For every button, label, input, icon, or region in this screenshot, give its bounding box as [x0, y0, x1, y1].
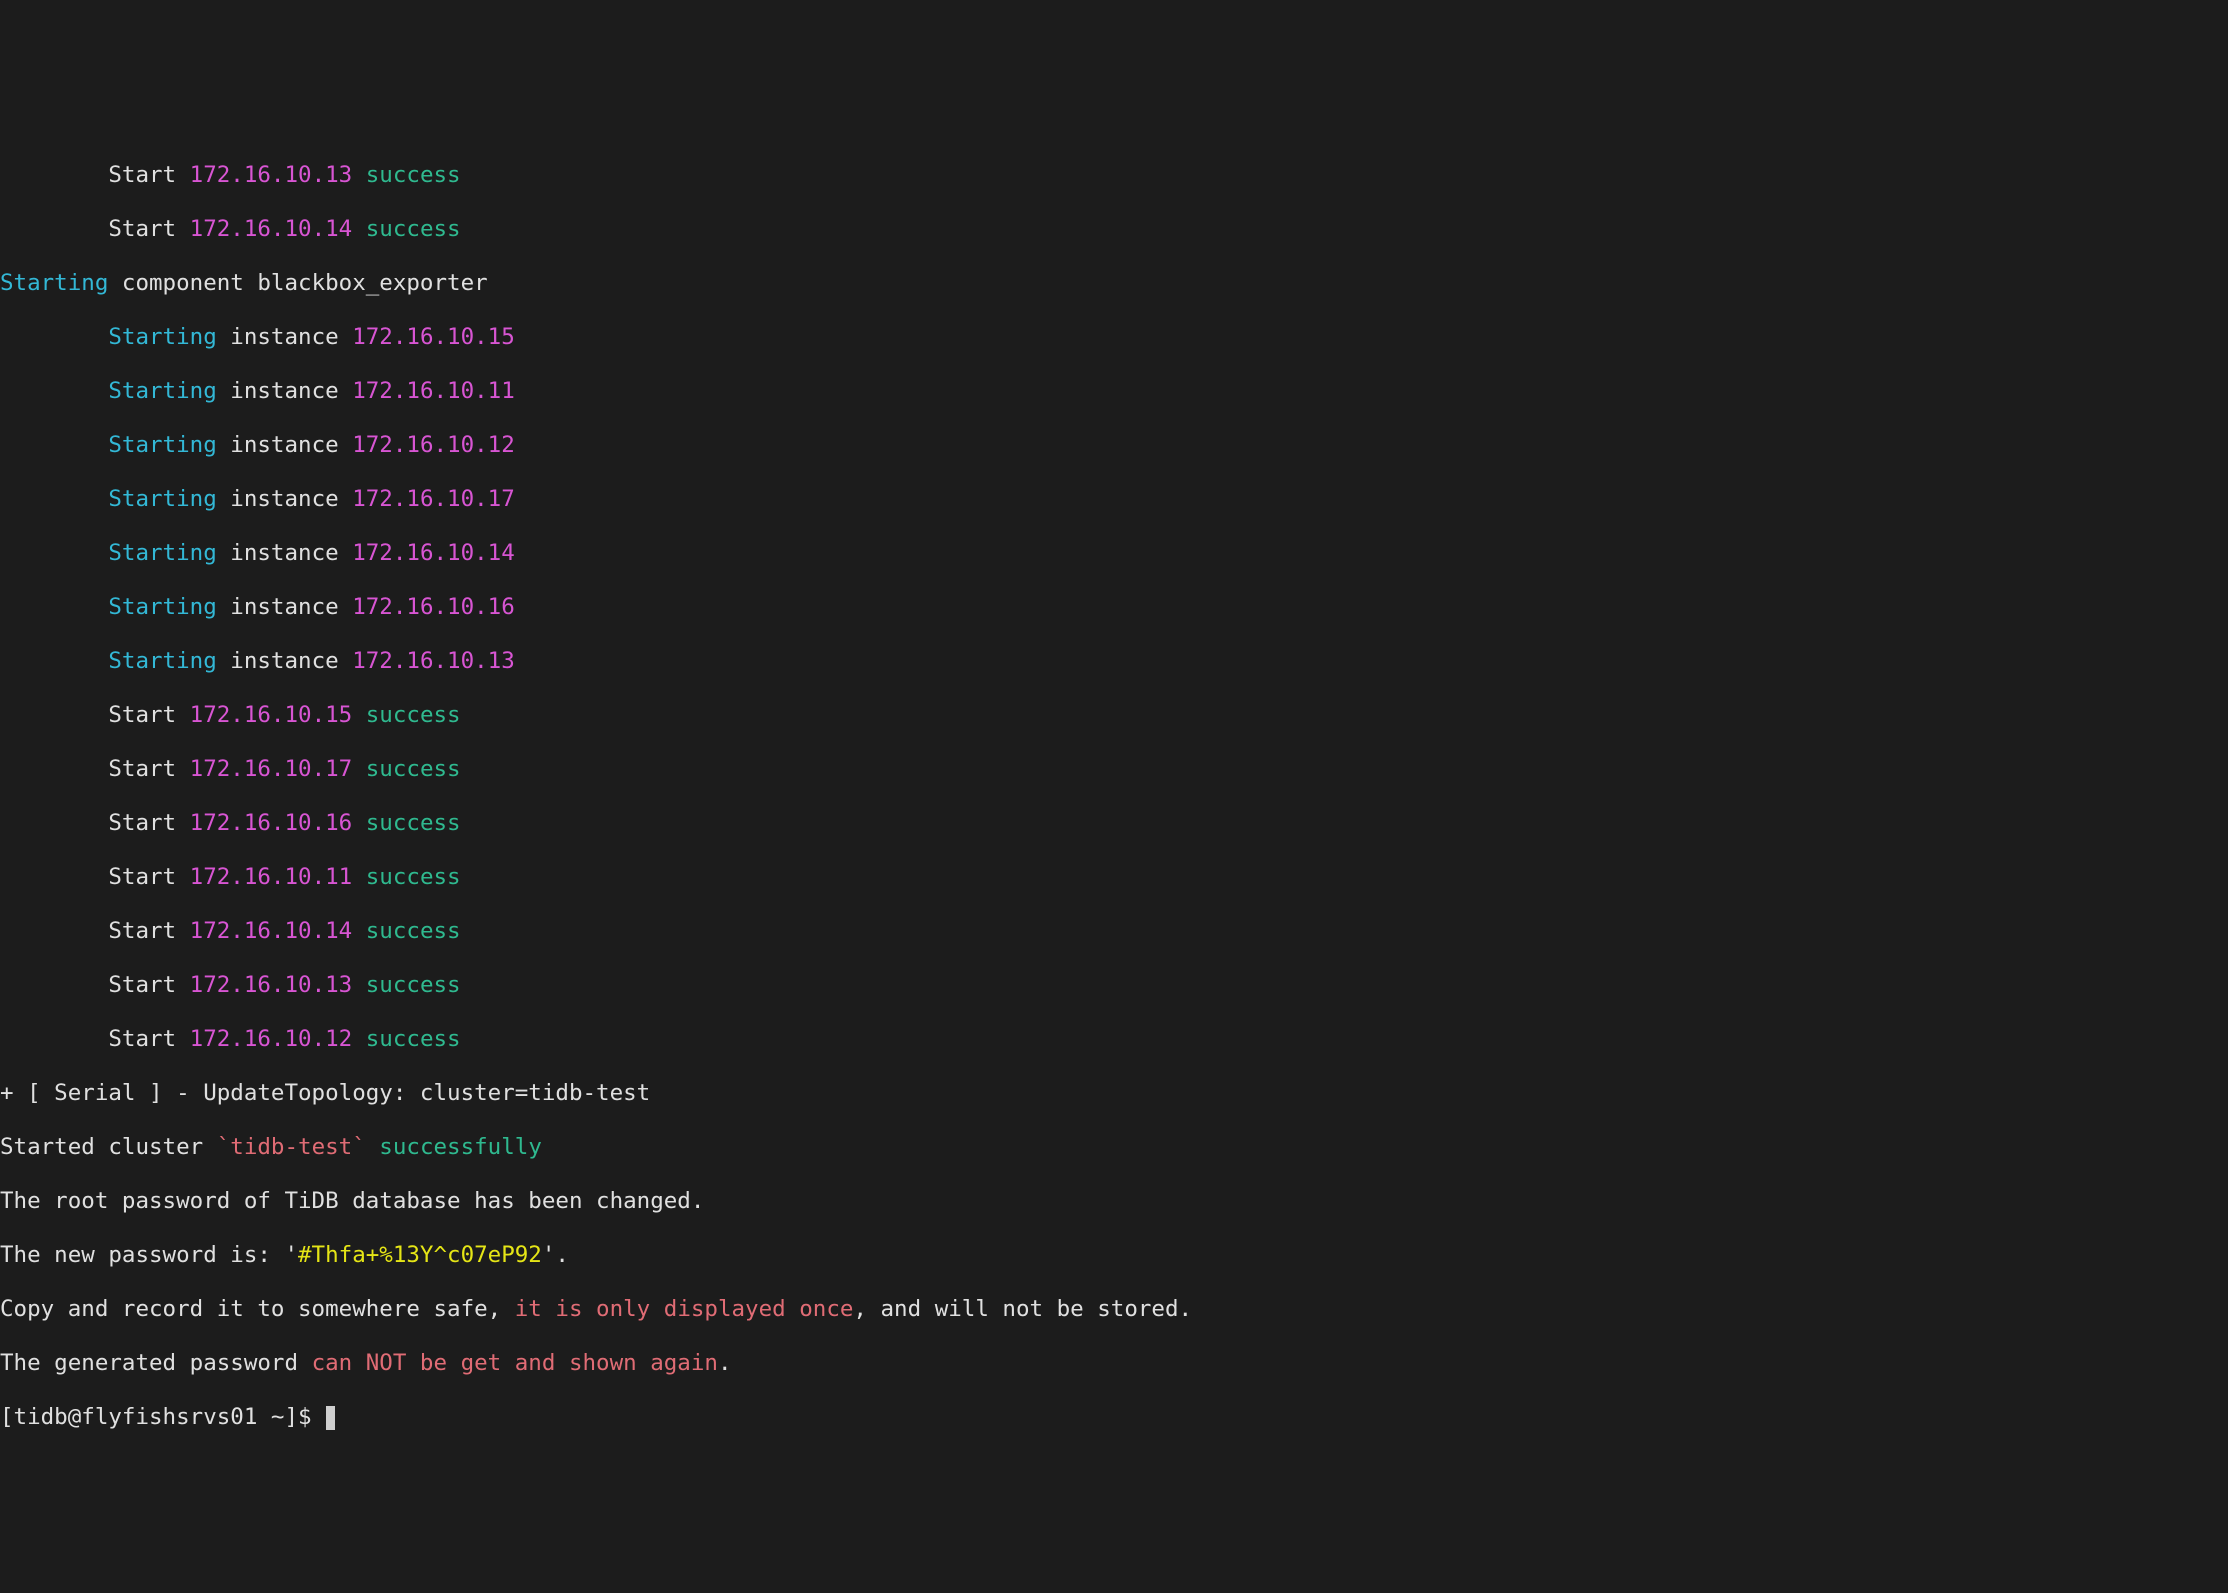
starting-label: Starting — [108, 324, 216, 350]
start-success-row: Start 172.16.10.15 success — [0, 702, 2228, 729]
action-label: Start — [108, 162, 176, 188]
shell-prompt-row[interactable]: [tidb@flyfishsrvs01 ~]$ — [0, 1404, 2228, 1431]
component-name: component blackbox_exporter — [108, 270, 487, 296]
starting-instance-row: Starting instance 172.16.10.14 — [0, 540, 2228, 567]
starting-instance-row: Starting instance 172.16.10.11 — [0, 378, 2228, 405]
generated-password: #Thfa+%13Y^c07eP92 — [298, 1242, 542, 1268]
start-success-row: Start 172.16.10.14 success — [0, 216, 2228, 243]
start-success-row: Start 172.16.10.11 success — [0, 864, 2228, 891]
starting-instance-row: Starting instance 172.16.10.15 — [0, 324, 2228, 351]
cluster-name: `tidb-test` — [217, 1134, 366, 1160]
starting-label: Starting — [108, 378, 216, 404]
ip-address: 172.16.10.16 — [190, 810, 353, 836]
status-success: success — [366, 756, 461, 782]
start-success-row: Start 172.16.10.13 success — [0, 162, 2228, 189]
copy-warning-row: Copy and record it to somewhere safe, it… — [0, 1296, 2228, 1323]
started-cluster-row: Started cluster `tidb-test` successfully — [0, 1134, 2228, 1161]
start-success-row: Start 172.16.10.12 success — [0, 1026, 2228, 1053]
action-label: Start — [108, 216, 176, 242]
ip-address: 172.16.10.14 — [352, 540, 515, 566]
ip-address: 172.16.10.14 — [190, 216, 353, 242]
action-label: Start — [108, 972, 176, 998]
starting-label: Starting — [108, 648, 216, 674]
start-success-row: Start 172.16.10.16 success — [0, 810, 2228, 837]
instance-label: instance — [217, 378, 352, 404]
starting-instance-row: Starting instance 172.16.10.12 — [0, 432, 2228, 459]
warning-not-again: can NOT be get and shown again — [312, 1350, 718, 1376]
starting-label: Starting — [108, 540, 216, 566]
status-success: success — [366, 162, 461, 188]
status-success: success — [366, 216, 461, 242]
instance-label: instance — [217, 324, 352, 350]
ip-address: 172.16.10.13 — [352, 648, 515, 674]
status-success: success — [366, 918, 461, 944]
starting-label: Starting — [0, 270, 108, 296]
cursor-icon — [326, 1406, 334, 1430]
starting-label: Starting — [108, 432, 216, 458]
action-label: Start — [108, 756, 176, 782]
starting-instance-row: Starting instance 172.16.10.17 — [0, 486, 2228, 513]
action-label: Start — [108, 918, 176, 944]
start-success-row: Start 172.16.10.14 success — [0, 918, 2228, 945]
starting-instance-row: Starting instance 172.16.10.13 — [0, 648, 2228, 675]
starting-label: Starting — [108, 594, 216, 620]
starting-instance-row: Starting instance 172.16.10.16 — [0, 594, 2228, 621]
ip-address: 172.16.10.13 — [190, 162, 353, 188]
terminal-output[interactable]: Start 172.16.10.13 success Start 172.16.… — [0, 135, 2228, 1458]
action-label: Start — [108, 810, 176, 836]
starting-label: Starting — [108, 486, 216, 512]
status-success: success — [366, 864, 461, 890]
start-success-row: Start 172.16.10.13 success — [0, 972, 2228, 999]
ip-address: 172.16.10.15 — [190, 702, 353, 728]
ip-address: 172.16.10.11 — [352, 378, 515, 404]
ip-address: 172.16.10.14 — [190, 918, 353, 944]
ip-address: 172.16.10.17 — [190, 756, 353, 782]
not-again-row: The generated password can NOT be get an… — [0, 1350, 2228, 1377]
start-success-row: Start 172.16.10.17 success — [0, 756, 2228, 783]
status-successfully: successfully — [366, 1134, 542, 1160]
ip-address: 172.16.10.12 — [190, 1026, 353, 1052]
ip-address: 172.16.10.17 — [352, 486, 515, 512]
warning-once: it is only displayed once — [515, 1296, 854, 1322]
instance-label: instance — [217, 648, 352, 674]
instance-label: instance — [217, 540, 352, 566]
instance-label: instance — [217, 594, 352, 620]
instance-label: instance — [217, 486, 352, 512]
status-success: success — [366, 702, 461, 728]
password-changed-row: The root password of TiDB database has b… — [0, 1188, 2228, 1215]
action-label: Start — [108, 1026, 176, 1052]
status-success: success — [366, 810, 461, 836]
ip-address: 172.16.10.16 — [352, 594, 515, 620]
status-success: success — [366, 972, 461, 998]
status-success: success — [366, 1026, 461, 1052]
shell-prompt: [tidb@flyfishsrvs01 ~]$ — [0, 1404, 325, 1430]
action-label: Start — [108, 864, 176, 890]
starting-component-row: Starting component blackbox_exporter — [0, 270, 2228, 297]
ip-address: 172.16.10.11 — [190, 864, 353, 890]
ip-address: 172.16.10.15 — [352, 324, 515, 350]
ip-address: 172.16.10.13 — [190, 972, 353, 998]
new-password-row: The new password is: '#Thfa+%13Y^c07eP92… — [0, 1242, 2228, 1269]
ip-address: 172.16.10.12 — [352, 432, 515, 458]
instance-label: instance — [217, 432, 352, 458]
serial-step-row: + [ Serial ] - UpdateTopology: cluster=t… — [0, 1080, 2228, 1107]
action-label: Start — [108, 702, 176, 728]
